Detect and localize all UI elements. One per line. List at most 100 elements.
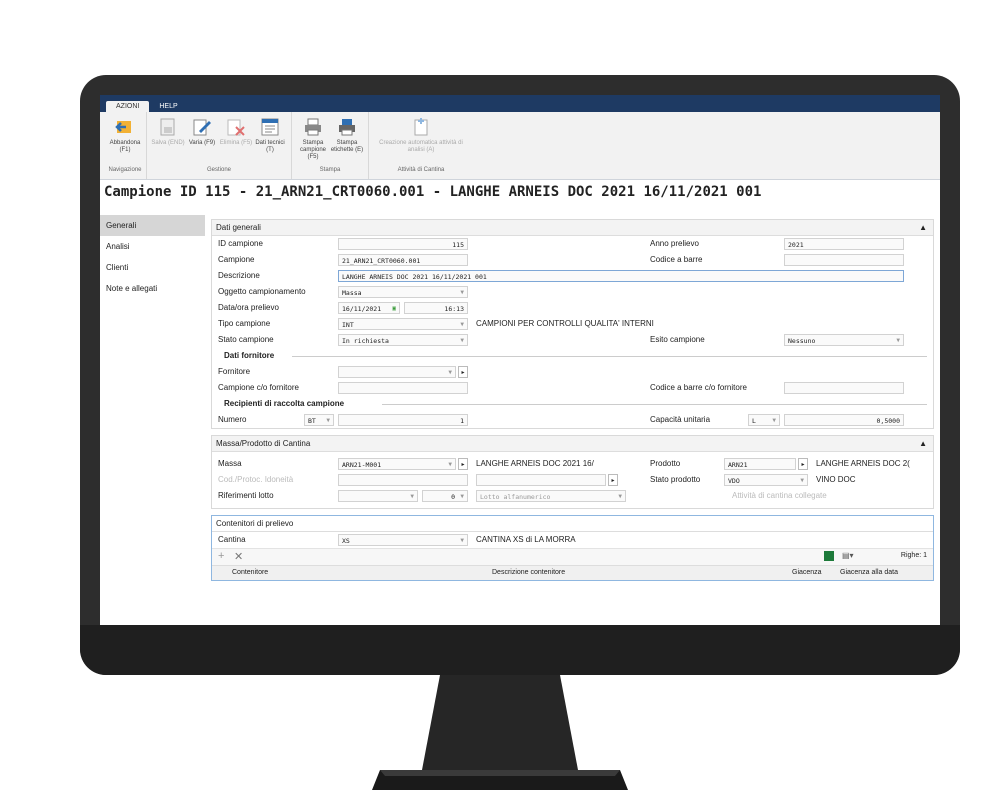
- panel-header-dati-generali[interactable]: Dati generali ▲: [212, 220, 933, 236]
- sidebar-item-generali[interactable]: Generali: [100, 215, 205, 236]
- cod-idoneita-extra-field[interactable]: [476, 474, 606, 486]
- excel-export-icon[interactable]: [824, 551, 834, 561]
- varia-label: Varia (F9): [188, 140, 216, 146]
- campione-label: Campione: [218, 255, 255, 264]
- collapse-chevron-icon[interactable]: ▲: [919, 220, 927, 235]
- print-icon: [302, 116, 324, 138]
- cod-lookup-button[interactable]: ▸: [608, 474, 618, 486]
- row-count: Righe: 1: [900, 552, 927, 559]
- calendar-icon[interactable]: ▣: [392, 303, 396, 313]
- fornitore-lookup-button[interactable]: ▸: [458, 366, 468, 378]
- lotto-select[interactable]: Lotto alfanumerico ▼: [476, 490, 626, 502]
- stato-prodotto-label: Stato prodotto: [650, 475, 701, 484]
- col-descrizione[interactable]: Descrizione contenitore: [492, 569, 565, 576]
- riferimenti-lotto-select[interactable]: ▼: [338, 490, 418, 502]
- col-giacenza-data[interactable]: Giacenza alla data: [840, 569, 898, 576]
- esito-campione-label: Esito campione: [650, 335, 705, 344]
- row-numero: Numero BT ▼ 1 Capacità unitaria L ▼ 0,5000: [212, 412, 933, 428]
- screen: AZIONI HELP Abbandona (F1) Navigazione S…: [100, 95, 940, 625]
- numero-field[interactable]: 1: [338, 414, 468, 426]
- rif-num-field[interactable]: 0 ▼: [422, 490, 468, 502]
- ribbon-group-stampa: Stampa campione (F5) Stampa etichette (E…: [292, 112, 369, 179]
- massa-select[interactable]: ARN21-M001 ▼: [338, 458, 456, 470]
- dropdown-arrow-icon: ▼: [460, 289, 464, 296]
- dropdown-arrow-icon: ▼: [772, 417, 776, 424]
- tipo-campione-desc: CAMPIONI PER CONTROLLI QUALITA' INTERNI: [476, 319, 654, 328]
- close-icon[interactable]: ✕: [234, 550, 243, 563]
- massa-value: ARN21-M001: [342, 461, 382, 469]
- abbandona-button[interactable]: Abbandona (F1): [108, 112, 142, 164]
- riferimenti-lotto-label: Riferimenti lotto: [218, 491, 274, 500]
- codice-barre-field[interactable]: [784, 254, 904, 266]
- anno-prelievo-label: Anno prelievo: [650, 239, 699, 248]
- numero-unit: BT: [308, 417, 316, 425]
- anno-prelievo-field[interactable]: 2021: [784, 238, 904, 250]
- ora-prelievo-field[interactable]: 16:13: [404, 302, 468, 314]
- add-icon[interactable]: +: [218, 550, 224, 562]
- row-campione: Campione 21_ARN21_CRT0060.001 Codice a b…: [212, 252, 933, 268]
- varia-button[interactable]: Varia (F9): [185, 112, 219, 164]
- prodotto-field[interactable]: ARN21: [724, 458, 796, 470]
- cantina-label: Cantina: [218, 535, 246, 544]
- data-prelievo-label: Data/ora prelievo: [218, 303, 279, 312]
- capacita-field[interactable]: 0,5000: [784, 414, 904, 426]
- campione-fornitore-field[interactable]: [338, 382, 468, 394]
- col-giacenza[interactable]: Giacenza: [792, 569, 822, 576]
- tab-help[interactable]: HELP: [149, 101, 187, 112]
- salva-button[interactable]: Salva (END): [151, 112, 185, 164]
- descrizione-field[interactable]: LANGHE ARNEIS DOC 2021 16/11/2021 001: [338, 270, 904, 282]
- sidebar-item-analisi[interactable]: Analisi: [100, 236, 205, 257]
- cantina-value: XS: [342, 537, 350, 545]
- fornitore-label: Fornitore: [218, 367, 251, 376]
- stato-prodotto-desc: VINO DOC: [816, 475, 856, 484]
- cantina-select[interactable]: XS ▼: [338, 534, 468, 546]
- prodotto-lookup-button[interactable]: ▸: [798, 458, 808, 470]
- stampa-etichette-label: Stampa etichette (E): [330, 140, 364, 153]
- dropdown-arrow-icon: ▼: [460, 537, 464, 544]
- data-prelievo-field[interactable]: 16/11/2021 ▣: [338, 302, 400, 314]
- panel-header-massa[interactable]: Massa/Prodotto di Cantina ▲: [212, 436, 933, 452]
- dati-tecnici-label: Dati tecnici (T): [255, 140, 285, 153]
- numero-unit-select[interactable]: BT ▼: [304, 414, 334, 426]
- descrizione-label: Descrizione: [218, 271, 260, 280]
- recipienti-heading: Recipienti di raccolta campione: [224, 399, 345, 408]
- fornitore-select[interactable]: ▼: [338, 366, 456, 378]
- filter-menu-icon[interactable]: ▤▾: [842, 551, 854, 560]
- row-oggetto: Oggetto campionamento Massa ▼: [212, 284, 933, 300]
- ribbon-group-attivita: Creazione automatica attività di analisi…: [369, 112, 473, 179]
- tab-azioni[interactable]: AZIONI: [106, 101, 150, 112]
- row-riferimenti: Riferimenti lotto ▼ 0 ▼ Lotto alfanumeric…: [212, 488, 933, 504]
- dropdown-arrow-icon: ▼: [448, 369, 452, 376]
- esito-campione-select[interactable]: Nessuno ▼: [784, 334, 904, 346]
- stato-campione-select[interactable]: In richiesta ▼: [338, 334, 468, 346]
- id-campione-field[interactable]: 115: [338, 238, 468, 250]
- section-dati-fornitore: Dati fornitore: [212, 348, 933, 364]
- dati-tecnici-button[interactable]: Dati tecnici (T): [253, 112, 287, 164]
- stampa-etichette-button[interactable]: Stampa etichette (E): [330, 112, 364, 164]
- oggetto-campionamento-select[interactable]: Massa ▼: [338, 286, 468, 298]
- panel-header-contenitori[interactable]: Contenitori di prelievo: [212, 516, 933, 532]
- edit-icon: [191, 116, 213, 138]
- row-massa: Massa ARN21-M001 ▼ ▸ LANGHE ARNEIS DOC 20…: [212, 456, 933, 472]
- exit-arrow-icon: [114, 116, 136, 138]
- sidebar-item-note-allegati[interactable]: Note e allegati: [100, 278, 205, 299]
- campione-field[interactable]: 21_ARN21_CRT0060.001: [338, 254, 468, 266]
- prodotto-label: Prodotto: [650, 459, 681, 468]
- cod-idoneita-field[interactable]: [338, 474, 468, 486]
- massa-desc: LANGHE ARNEIS DOC 2021 16/: [476, 459, 594, 468]
- collapse-chevron-icon[interactable]: ▲: [919, 436, 927, 451]
- creazione-automatica-button[interactable]: Creazione automatica attività di analisi…: [373, 112, 469, 164]
- elimina-button[interactable]: Elimina (F5): [219, 112, 253, 164]
- row-id: ID campione 115 Anno prelievo 2021: [212, 236, 933, 252]
- col-contenitore[interactable]: Contenitore: [232, 569, 268, 576]
- massa-lookup-button[interactable]: ▸: [458, 458, 468, 470]
- capacita-unit-select[interactable]: L ▼: [748, 414, 780, 426]
- codice-barre-fornitore-field[interactable]: [784, 382, 904, 394]
- tipo-campione-select[interactable]: INT ▼: [338, 318, 468, 330]
- campione-fornitore-label: Campione c/o fornitore: [218, 383, 299, 392]
- sidebar-item-clienti[interactable]: Clienti: [100, 257, 205, 278]
- stato-prodotto-select[interactable]: VDO ▼: [724, 474, 808, 486]
- attivita-collegate-link[interactable]: Attività di cantina collegate: [732, 491, 827, 500]
- row-data: Data/ora prelievo 16/11/2021 ▣ 16:13: [212, 300, 933, 316]
- stampa-campione-button[interactable]: Stampa campione (F5): [296, 112, 330, 164]
